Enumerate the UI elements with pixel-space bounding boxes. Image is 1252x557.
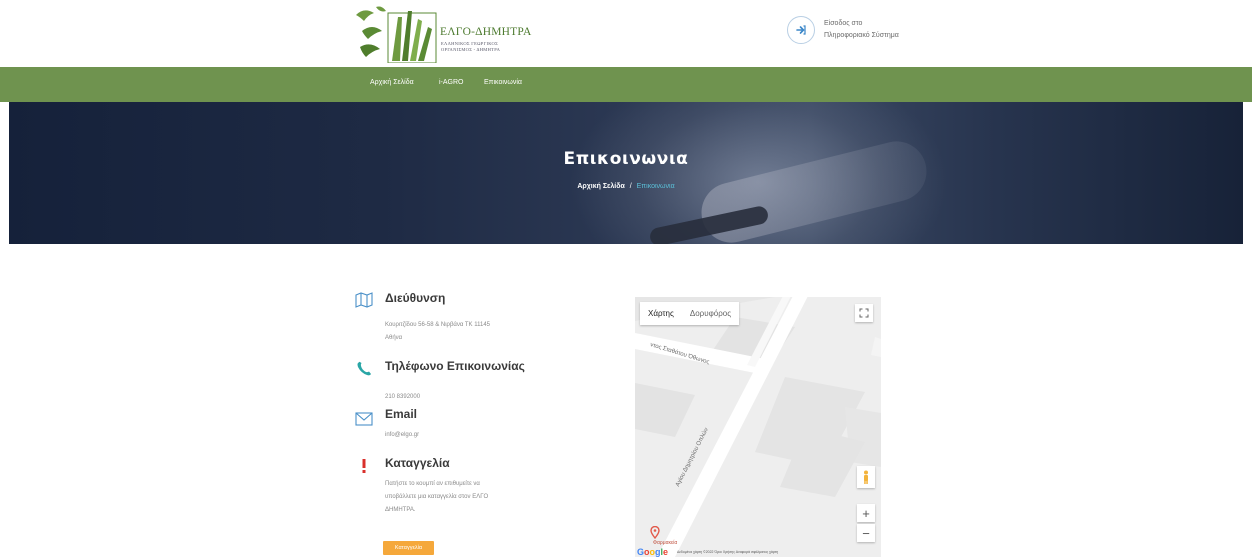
pharmacy-label-line1: Φαρμακεία [653, 540, 678, 546]
nav-item-home[interactable]: Αρχική Σελίδα [370, 79, 414, 86]
address-line1: Κουριτζίδου 56-58 & Νιρβάνα ΤΚ 11145 [385, 322, 491, 328]
phone-value[interactable]: 210 8392000 [385, 391, 420, 404]
complaint-text-line3: ΔΗΜΗΤΡΑ. [385, 507, 416, 513]
phone-icon [357, 361, 371, 376]
wheat-leaf-logo-icon [356, 6, 437, 63]
pegman-icon [864, 470, 868, 484]
breadcrumb-separator: / [629, 183, 632, 190]
login-link[interactable]: Είσοδος στο Πληροφοριακό Σύστημα [787, 14, 899, 46]
page-hero: Επικοινωνια Αρχική Σελίδα / Επικοινωνια [9, 102, 1243, 244]
nav-item-i-agro[interactable]: i-AGRO [439, 79, 464, 86]
nav-item-contact[interactable]: Επικοινωνία [484, 79, 522, 86]
login-text: Είσοδος στο Πληροφοριακό Σύστημα [824, 18, 899, 42]
main-nav: Αρχική Σελίδα i-AGRO Επικοινωνία [0, 67, 1252, 102]
complaint-text-line1: Πατήστε το κουμπί αν επιθυμείτε να [385, 481, 480, 487]
map-tab-map[interactable]: Χάρτης [640, 302, 682, 325]
address-title: Διεύθυνση [385, 291, 446, 305]
map-pin-icon [650, 526, 660, 539]
map-icon [355, 292, 373, 308]
envelope-icon [355, 412, 373, 426]
google-logo: Google [637, 547, 669, 557]
map-footer: Google Δεδομένα χάρτη ©2022 Όροι Χρήσης … [635, 547, 881, 557]
breadcrumb-home[interactable]: Αρχική Σελίδα [577, 183, 624, 190]
address-line2: Αθήνα [385, 335, 403, 341]
map-tab-satellite[interactable]: Δορυφόρος [682, 302, 739, 325]
logo-subtitle: ΕΛΛΗΝΙΚΟΣ ΓΕΩΡΓΙΚΟΣ [441, 41, 499, 46]
zoom-out-button[interactable]: − [857, 524, 875, 542]
site-logo[interactable]: ΕΛΓΟ-ΔΗΜΗΤΡΑ ΕΛΛΗΝΙΚΟΣ ΓΕΩΡΓΙΚΟΣ ΟΡΓΑΝΙΣ… [352, 5, 532, 63]
exclamation-icon [362, 459, 366, 473]
page-title: Επικοινωνια [563, 149, 689, 169]
complaint-button[interactable]: Καταγγελία [383, 541, 434, 555]
site-header: ΕΛΓΟ-ΔΗΜΗΤΡΑ ΕΛΛΗΝΙΚΟΣ ΓΕΩΡΓΙΚΟΣ ΟΡΓΑΝΙΣ… [0, 0, 1252, 67]
map-legal-text[interactable]: Δεδομένα χάρτη ©2022 Όροι Χρήσης Αναφορά… [677, 550, 778, 554]
logo-name: ΕΛΓΟ-ΔΗΜΗΤΡΑ [440, 26, 532, 38]
map-roads [635, 297, 881, 557]
login-label-line1: Είσοδος στο [824, 20, 863, 27]
fullscreen-button[interactable] [855, 304, 873, 322]
logo-subtitle: ΟΡΓΑΝΙΣΜΟΣ - ΔΗΜΗΤΡΑ [441, 47, 501, 52]
zoom-in-button[interactable]: + [857, 504, 875, 522]
login-label-line2: Πληροφοριακό Σύστημα [824, 32, 899, 39]
email-title: Email [385, 407, 418, 421]
login-arrow-icon [796, 25, 806, 35]
fullscreen-icon [859, 308, 869, 318]
login-icon-circle [787, 16, 815, 44]
map-type-control: Χάρτης Δορυφόρος [640, 302, 740, 325]
street-view-pegman[interactable] [857, 466, 875, 488]
breadcrumb-current: Επικοινωνια [636, 183, 675, 190]
email-value[interactable]: info@elgo.gr [385, 429, 419, 442]
breadcrumb: Αρχική Σελίδα / Επικοινωνια [9, 183, 1243, 190]
phone-title: Τηλέφωνο Επικοινωνίας [385, 359, 525, 373]
pharmacy-label: Φαρμακεία [653, 540, 677, 546]
complaint-title: Καταγγελία [385, 456, 450, 470]
complaint-text-line2: υποβάλλετε μια καταγγελία στον ΕΛΓΟ [385, 494, 489, 500]
google-map[interactable]: ντος Σταθάτου Όθωνος Αγίου Δημητρίου Οπλ… [635, 297, 881, 557]
